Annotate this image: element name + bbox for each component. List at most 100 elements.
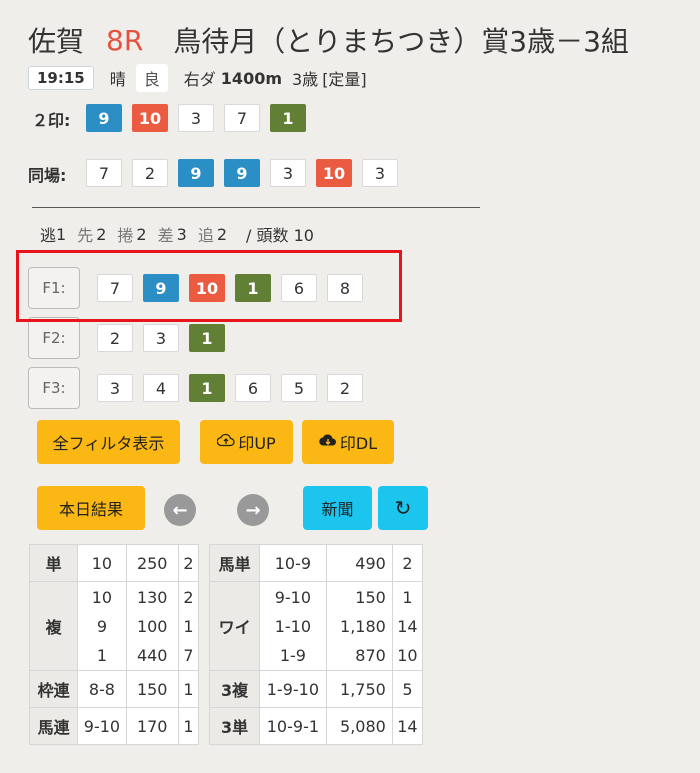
- popularity: 14: [397, 716, 418, 736]
- payout-cell: 5,080: [325, 707, 393, 745]
- combination: 10: [91, 553, 113, 573]
- payout: 250: [136, 553, 168, 573]
- popularity: 1: [183, 679, 194, 699]
- popularity-cell: 1 14 10: [391, 581, 424, 671]
- filter-f3-number-box[interactable]: 3: [97, 374, 133, 402]
- marks-number-box[interactable]: 1: [270, 104, 306, 132]
- venue-name: 佐賀: [28, 25, 85, 58]
- same-venue-label: 同場:: [28, 166, 67, 185]
- combination-cell: 10 9 1: [77, 581, 127, 671]
- same-venue-number-box[interactable]: 2: [132, 159, 168, 187]
- same-venue-number-box[interactable]: 3: [362, 159, 398, 187]
- payout-row: 馬連 9-10 170 1: [28, 707, 200, 745]
- combination-cell: 9-10 1-10 1-9: [259, 581, 327, 671]
- cloud-download-icon: [319, 433, 337, 451]
- cloud-upload-icon: [216, 433, 235, 451]
- bet-type: 3単: [208, 707, 261, 745]
- filter-f3-button[interactable]: F3:: [28, 367, 80, 409]
- bet-type: 3複: [208, 670, 261, 708]
- combination: 9-10: [83, 716, 121, 736]
- payout-row: 複 10 9 1 130 100 440 2 1 7: [28, 581, 200, 671]
- combination: 1: [96, 645, 108, 665]
- download-marks-button[interactable]: 印DL: [302, 420, 394, 464]
- payout-cell: 490: [325, 544, 393, 582]
- filter-f2-number-box[interactable]: 3: [143, 324, 179, 352]
- filter-f3-number-box[interactable]: 6: [235, 374, 271, 402]
- refresh-button[interactable]: ↻: [378, 486, 428, 530]
- popularity: 14: [397, 616, 418, 636]
- race-info: 19:15 晴 良 右ダ 1400m 3歳 [定量]: [28, 64, 367, 92]
- show-all-filters-button[interactable]: 全フィルタ表示: [37, 420, 180, 464]
- newspaper-button[interactable]: 新聞: [303, 486, 372, 530]
- race-title: 佐賀 8R 鳥待月（とりまちつき）賞3歳－3組: [28, 20, 629, 60]
- bet-type: 単: [28, 544, 79, 582]
- popularity: 1: [402, 587, 413, 607]
- payout-cell: 250: [125, 544, 179, 582]
- popularity: 7: [183, 645, 194, 665]
- payout-cell: 150 1,180 870: [325, 581, 393, 671]
- popularity-cell: 2: [177, 544, 200, 582]
- weather: 晴: [109, 70, 126, 89]
- makuri-count: 2: [136, 224, 147, 244]
- refresh-icon: ↻: [394, 496, 412, 520]
- filter-f3-numbers: 341652: [97, 374, 363, 402]
- download-marks-label: 印DL: [339, 434, 378, 453]
- combination: 10-9: [274, 553, 312, 573]
- weight-rule: [定量]: [322, 70, 367, 89]
- bet-type: 馬単: [208, 544, 261, 582]
- popularity-cell: 1: [177, 670, 200, 708]
- popularity: 2: [402, 553, 413, 573]
- marks-number-box[interactable]: 10: [132, 104, 168, 132]
- payout-cell: 1,750: [325, 670, 393, 708]
- combination-cell: 1-9-10: [259, 670, 327, 708]
- payout: 100: [136, 616, 168, 636]
- same-venue-number-box[interactable]: 10: [316, 159, 352, 187]
- combination-cell: 10-9: [259, 544, 327, 582]
- marks-number-box[interactable]: 9: [86, 104, 122, 132]
- combination: 10-9-1: [266, 716, 320, 736]
- popularity: 1: [183, 616, 194, 636]
- combination: 9: [96, 616, 108, 636]
- upload-marks-button[interactable]: 印UP: [200, 420, 293, 464]
- payout-row: 3複 1-9-10 1,750 5: [208, 670, 424, 708]
- prev-race-button[interactable]: ←: [164, 494, 196, 526]
- oikomi-count: 2: [216, 224, 228, 244]
- next-race-button[interactable]: →: [237, 494, 269, 526]
- popularity: 2: [183, 553, 194, 573]
- payout: 170: [136, 716, 168, 736]
- filter-f2-button[interactable]: F2:: [28, 317, 80, 359]
- popularity: 2: [183, 587, 194, 607]
- combination-cell: 10-9-1: [259, 707, 327, 745]
- filter-f3-number-box[interactable]: 1: [189, 374, 225, 402]
- payout: 440: [136, 645, 168, 665]
- sashi-count: 3: [176, 224, 187, 244]
- filter-f3-number-box[interactable]: 4: [143, 374, 179, 402]
- same-venue-number-box[interactable]: 9: [178, 159, 214, 187]
- nige-count: 1: [56, 224, 67, 244]
- payout: 870: [355, 645, 386, 665]
- combination: 1-10: [274, 616, 312, 636]
- payout-row: 単 10 250 2: [28, 544, 200, 582]
- payout-row: ワイ 9-10 1-10 1-9 150 1,180 870 1 14 10: [208, 581, 424, 671]
- marks-number-box[interactable]: 3: [178, 104, 214, 132]
- payout: 130: [136, 587, 168, 607]
- marks-label: ２印:: [32, 111, 71, 130]
- running-style-summary: 逃1 先2 捲2 差3 追2 / 頭数 10: [40, 222, 314, 246]
- payout-cell: 150: [125, 670, 179, 708]
- bet-type: 馬連: [28, 707, 79, 745]
- same-venue-number-box[interactable]: 9: [224, 159, 260, 187]
- filter-f3-number-box[interactable]: 2: [327, 374, 363, 402]
- payout-table-left: 単 10 250 2 複 10 9 1 130 100 440 2 1 7 枠連 8-8 150 1 馬連 9-10 1…: [28, 544, 200, 745]
- same-venue-number-box[interactable]: 7: [86, 159, 122, 187]
- payout: 150: [355, 587, 386, 607]
- combination: 9-10: [274, 587, 312, 607]
- payout-row: 枠連 8-8 150 1: [28, 670, 200, 708]
- same-venue-number-box[interactable]: 3: [270, 159, 306, 187]
- filter-f2-number-box[interactable]: 2: [97, 324, 133, 352]
- today-results-button[interactable]: 本日結果: [37, 486, 145, 530]
- popularity-cell: 2 1 7: [177, 581, 200, 671]
- filter-f3-number-box[interactable]: 5: [281, 374, 317, 402]
- marks-number-box[interactable]: 7: [224, 104, 260, 132]
- post-time: 19:15: [28, 66, 94, 90]
- filter-f2-number-box[interactable]: 1: [189, 324, 225, 352]
